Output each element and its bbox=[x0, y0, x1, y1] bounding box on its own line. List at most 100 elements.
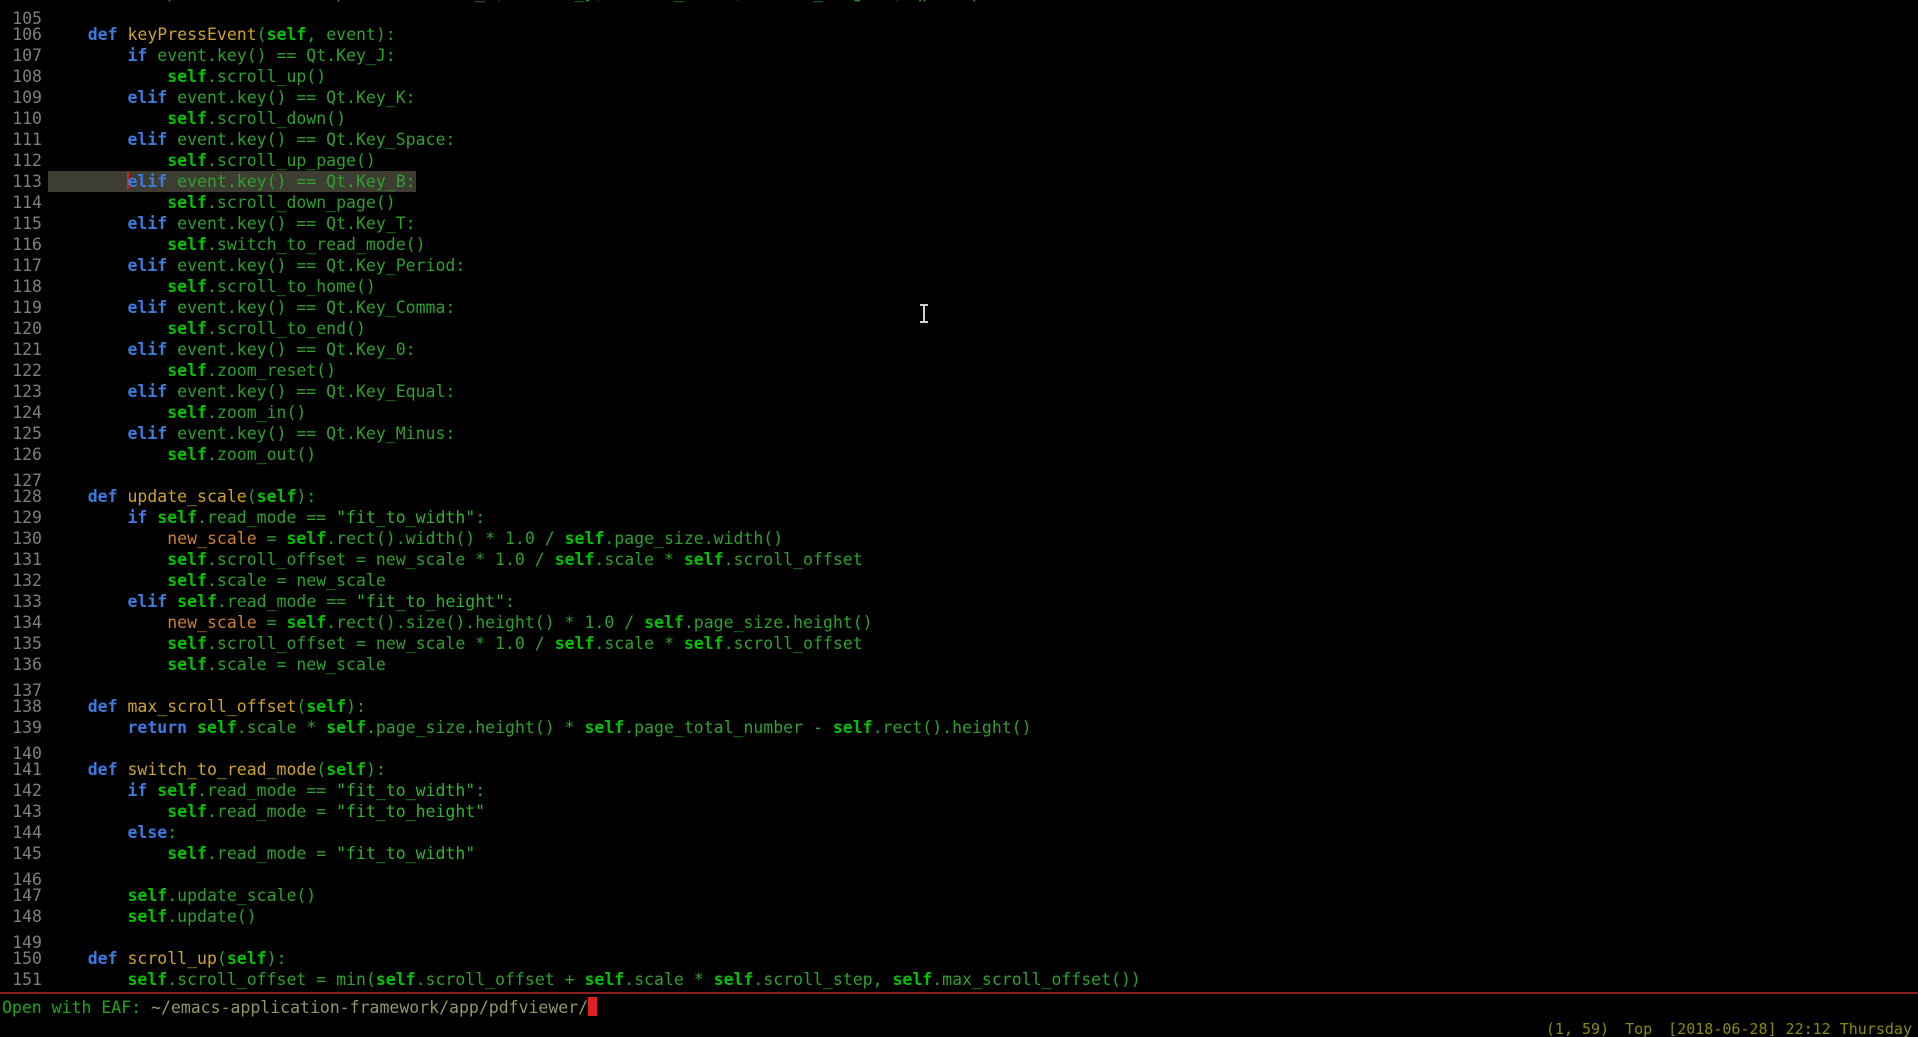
code-line[interactable]: 142 if self.read_mode == "fit_to_width": bbox=[0, 780, 1918, 801]
code-text: self.scale = new_scale bbox=[48, 570, 386, 591]
code-line[interactable]: 147 self.update_scale() bbox=[0, 885, 1918, 906]
code-text: elif event.key() == Qt.Key_B: bbox=[48, 171, 416, 192]
code-text: self.scroll_up() bbox=[48, 66, 326, 87]
code-line[interactable]: 134 new_scale = self.rect().size().heigh… bbox=[0, 612, 1918, 633]
line-number: 130 bbox=[0, 528, 42, 549]
line-number: 114 bbox=[0, 192, 42, 213]
code-line[interactable]: 117 elif event.key() == Qt.Key_Period: bbox=[0, 255, 1918, 276]
code-text: elif event.key() == Qt.Key_T: bbox=[48, 213, 416, 234]
code-text: self.scroll_down() bbox=[48, 108, 346, 129]
code-line[interactable]: 146 bbox=[0, 864, 1918, 885]
code-line[interactable]: 126 self.zoom_out() bbox=[0, 444, 1918, 465]
minibuffer-prompt: Open with EAF: bbox=[2, 998, 151, 1017]
code-text: def update_scale(self): bbox=[48, 486, 316, 507]
code-line[interactable]: 120 self.scroll_to_end() bbox=[0, 318, 1918, 339]
code-line[interactable]: 114 self.scroll_down_page() bbox=[0, 192, 1918, 213]
line-number: 145 bbox=[0, 843, 42, 864]
code-line[interactable]: 113 elif event.key() == Qt.Key_B: bbox=[0, 171, 1918, 192]
line-number: 116 bbox=[0, 234, 42, 255]
code-text: self.scroll_offset = new_scale * 1.0 / s… bbox=[48, 549, 863, 570]
cursor-position: (1, 59) bbox=[1546, 1020, 1609, 1037]
code-text: if self.read_mode == "fit_to_width": bbox=[48, 780, 485, 801]
line-number: 133 bbox=[0, 591, 42, 612]
code-line[interactable]: 123 elif event.key() == Qt.Key_Equal: bbox=[0, 381, 1918, 402]
line-number: 111 bbox=[0, 129, 42, 150]
code-line[interactable]: 128 def update_scale(self): bbox=[0, 486, 1918, 507]
code-line[interactable]: 151 self.scroll_offset = min(self.scroll… bbox=[0, 969, 1918, 990]
code-line[interactable]: 127 bbox=[0, 465, 1918, 486]
code-line[interactable]: 132 self.scale = new_scale bbox=[0, 570, 1918, 591]
code-line[interactable]: 111 elif event.key() == Qt.Key_Space: bbox=[0, 129, 1918, 150]
code-text: self.scroll_down_page() bbox=[48, 192, 396, 213]
line-number: 131 bbox=[0, 549, 42, 570]
code-line[interactable]: 140 bbox=[0, 738, 1918, 759]
code-text: elif event.key() == Qt.Key_0: bbox=[48, 339, 416, 360]
code-line[interactable]: 141 def switch_to_read_mode(self): bbox=[0, 759, 1918, 780]
code-line[interactable]: 139 return self.scale * self.page_size.h… bbox=[0, 717, 1918, 738]
code-line[interactable]: 112 self.scroll_up_page() bbox=[0, 150, 1918, 171]
code-line[interactable]: 131 self.scroll_offset = new_scale * 1.0… bbox=[0, 549, 1918, 570]
line-number: 139 bbox=[0, 717, 42, 738]
code-text: self.scroll_offset = min(self.scroll_off… bbox=[48, 969, 1141, 990]
line-number: 129 bbox=[0, 507, 42, 528]
code-text: self.zoom_in() bbox=[48, 402, 306, 423]
line-number: 120 bbox=[0, 318, 42, 339]
code-line[interactable]: 136 self.scale = new_scale bbox=[0, 654, 1918, 675]
minibuffer-input[interactable]: ~/emacs-application-framework/app/pdfvie… bbox=[151, 998, 588, 1017]
code-line[interactable]: 124 self.zoom_in() bbox=[0, 402, 1918, 423]
code-text: self.read_mode = "fit_to_width" bbox=[48, 843, 475, 864]
code-text: elif event.key() == Qt.Key_Space: bbox=[48, 129, 455, 150]
code-text: def switch_to_read_mode(self): bbox=[48, 759, 386, 780]
line-number: 150 bbox=[0, 948, 42, 969]
code-line[interactable]: 110 self.scroll_down() bbox=[0, 108, 1918, 129]
line-number: 118 bbox=[0, 276, 42, 297]
minibuffer[interactable]: Open with EAF: ~/emacs-application-frame… bbox=[2, 995, 597, 1021]
code-buffer[interactable]: 104 painter.drawPixmap(QRect(render_x, r… bbox=[0, 0, 1918, 990]
code-text: self.scroll_to_end() bbox=[48, 318, 366, 339]
line-number: 151 bbox=[0, 969, 42, 990]
line-number: 125 bbox=[0, 423, 42, 444]
code-text: if self.read_mode == "fit_to_width": bbox=[48, 507, 485, 528]
code-line[interactable]: 149 bbox=[0, 927, 1918, 948]
code-line[interactable]: 148 self.update() bbox=[0, 906, 1918, 927]
code-line[interactable]: 130 new_scale = self.rect().width() * 1.… bbox=[0, 528, 1918, 549]
code-line[interactable]: 138 def max_scroll_offset(self): bbox=[0, 696, 1918, 717]
code-line[interactable]: 106 def keyPressEvent(self, event): bbox=[0, 24, 1918, 45]
code-line[interactable]: 118 self.scroll_to_home() bbox=[0, 276, 1918, 297]
code-line[interactable]: 107 if event.key() == Qt.Key_J: bbox=[0, 45, 1918, 66]
code-line[interactable]: 135 self.scroll_offset = new_scale * 1.0… bbox=[0, 633, 1918, 654]
line-number: 134 bbox=[0, 612, 42, 633]
code-text: self.switch_to_read_mode() bbox=[48, 234, 426, 255]
code-line[interactable]: 108 self.scroll_up() bbox=[0, 66, 1918, 87]
code-line[interactable]: 122 self.zoom_reset() bbox=[0, 360, 1918, 381]
mode-line-rule bbox=[0, 992, 1918, 994]
line-number: 113 bbox=[0, 171, 42, 192]
code-line[interactable]: 137 bbox=[0, 675, 1918, 696]
code-line[interactable]: 109 elif event.key() == Qt.Key_K: bbox=[0, 87, 1918, 108]
code-text: elif event.key() == Qt.Key_Equal: bbox=[48, 381, 455, 402]
code-line[interactable]: 116 self.switch_to_read_mode() bbox=[0, 234, 1918, 255]
code-text: self.scroll_to_home() bbox=[48, 276, 376, 297]
code-line[interactable]: 105 bbox=[0, 3, 1918, 24]
code-line[interactable]: 129 if self.read_mode == "fit_to_width": bbox=[0, 507, 1918, 528]
code-text: self.zoom_reset() bbox=[48, 360, 336, 381]
line-number: 135 bbox=[0, 633, 42, 654]
line-number: 128 bbox=[0, 486, 42, 507]
code-line[interactable]: 150 def scroll_up(self): bbox=[0, 948, 1918, 969]
code-line[interactable]: 133 elif self.read_mode == "fit_to_heigh… bbox=[0, 591, 1918, 612]
line-number: 144 bbox=[0, 822, 42, 843]
code-line[interactable]: 121 elif event.key() == Qt.Key_0: bbox=[0, 339, 1918, 360]
code-line[interactable]: 143 self.read_mode = "fit_to_height" bbox=[0, 801, 1918, 822]
code-line[interactable]: 145 self.read_mode = "fit_to_width" bbox=[0, 843, 1918, 864]
code-text: self.update_scale() bbox=[48, 885, 316, 906]
line-number: 124 bbox=[0, 402, 42, 423]
code-line[interactable]: 144 else: bbox=[0, 822, 1918, 843]
code-line[interactable]: 125 elif event.key() == Qt.Key_Minus: bbox=[0, 423, 1918, 444]
code-text: elif event.key() == Qt.Key_K: bbox=[48, 87, 416, 108]
code-line[interactable]: 115 elif event.key() == Qt.Key_T: bbox=[0, 213, 1918, 234]
line-number: 106 bbox=[0, 24, 42, 45]
code-line[interactable]: 119 elif event.key() == Qt.Key_Comma: bbox=[0, 297, 1918, 318]
code-text: def scroll_up(self): bbox=[48, 948, 286, 969]
code-text: self.scroll_offset = new_scale * 1.0 / s… bbox=[48, 633, 863, 654]
datetime: [2018-06-28] 22:12 Thursday bbox=[1668, 1020, 1912, 1037]
